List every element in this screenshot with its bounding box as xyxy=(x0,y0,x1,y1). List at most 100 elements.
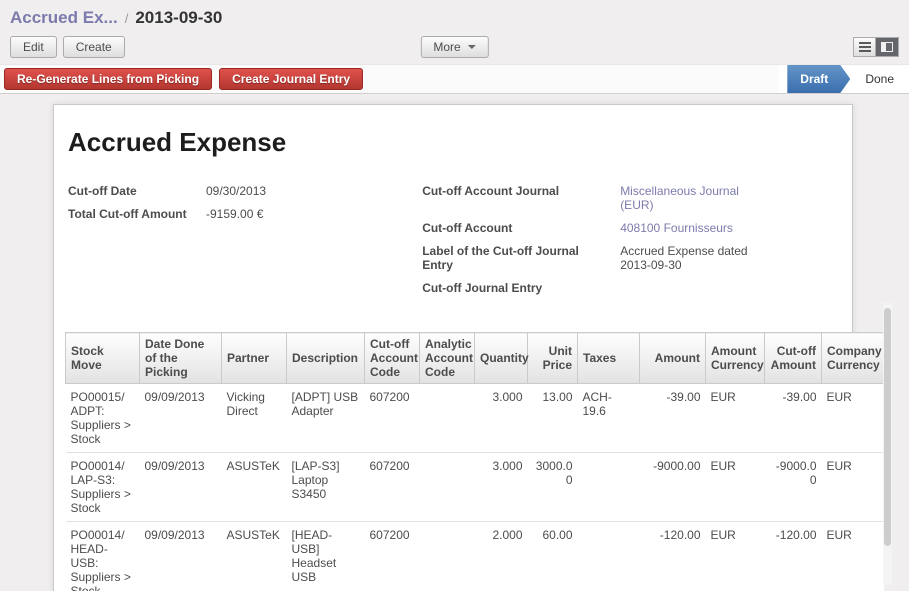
field-cutoff-account-journal: Cut-off Account Journal Miscellaneous Jo… xyxy=(422,184,838,212)
cell-taxes: ACH-19.6 xyxy=(578,384,640,453)
cell-quantity: 3.000 xyxy=(475,384,528,453)
regenerate-lines-button[interactable]: Re-Generate Lines from Picking xyxy=(4,68,212,90)
col-header-description[interactable]: Description xyxy=(287,333,365,384)
field-total-cutoff-amount: Total Cut-off Amount -9159.00 € xyxy=(68,207,422,221)
cell-company-currency: EUR xyxy=(822,384,884,453)
col-header-stock-move[interactable]: Stock Move xyxy=(66,333,140,384)
cell-cutoff-amount: -120.00 xyxy=(765,522,822,591)
cell-stock-move: PO00014/ LAP-S3: Suppliers > Stock xyxy=(66,453,140,522)
field-group-left: Cut-off Date 09/30/2013 Total Cut-off Am… xyxy=(68,184,422,304)
table-header-row: Stock Move Date Done of the Picking Part… xyxy=(66,333,884,384)
lines-table: Stock Move Date Done of the Picking Part… xyxy=(65,332,884,591)
page-title: Accrued Expense xyxy=(68,127,838,158)
table-row[interactable]: PO00014/ HEAD-USB: Suppliers > Stock 09/… xyxy=(66,522,884,591)
breadcrumb-current: 2013-09-30 xyxy=(135,8,222,28)
cell-stock-move: PO00014/ HEAD-USB: Suppliers > Stock xyxy=(66,522,140,591)
create-button[interactable]: Create xyxy=(63,36,125,58)
field-label: Cut-off Account xyxy=(422,221,620,235)
cell-amount: -120.00 xyxy=(640,522,706,591)
col-header-cutoff-account-code[interactable]: Cut-off Account Code xyxy=(365,333,420,384)
field-value: Accrued Expense dated 2013-09-30 xyxy=(620,244,765,272)
field-label: Label of the Cut-off Journal Entry xyxy=(422,244,620,272)
col-header-unit-price[interactable]: Unit Price xyxy=(528,333,578,384)
sheet-wrap: Accrued Expense Cut-off Date 09/30/2013 … xyxy=(0,94,909,591)
status-draft[interactable]: Draft xyxy=(787,65,850,93)
col-header-amount[interactable]: Amount xyxy=(640,333,706,384)
field-value: 09/30/2013 xyxy=(206,184,266,198)
cell-amount: -9000.00 xyxy=(640,453,706,522)
breadcrumb-parent-link[interactable]: Accrued Ex... xyxy=(10,8,118,28)
view-switcher xyxy=(853,37,899,57)
cell-date-done: 09/09/2013 xyxy=(140,384,222,453)
field-label: Cut-off Date xyxy=(68,184,206,198)
cell-taxes xyxy=(578,453,640,522)
cell-unit-price: 3000.00 xyxy=(528,453,578,522)
cell-analytic-account-code xyxy=(420,384,475,453)
cell-amount-currency: EUR xyxy=(706,522,765,591)
col-header-amount-currency[interactable]: Amount Currency xyxy=(706,333,765,384)
cell-quantity: 2.000 xyxy=(475,522,528,591)
status-done[interactable]: Done xyxy=(850,65,909,93)
form-sheet: Accrued Expense Cut-off Date 09/30/2013 … xyxy=(53,104,853,591)
chevron-down-icon xyxy=(468,45,476,49)
statusbar: Draft Done xyxy=(779,65,909,93)
col-header-partner[interactable]: Partner xyxy=(222,333,287,384)
field-label: Total Cut-off Amount xyxy=(68,207,206,221)
cell-quantity: 3.000 xyxy=(475,453,528,522)
cell-amount-currency: EUR xyxy=(706,384,765,453)
toolbar: Edit Create More xyxy=(0,30,909,64)
cell-date-done: 09/09/2013 xyxy=(140,522,222,591)
cell-amount-currency: EUR xyxy=(706,453,765,522)
field-groups: Cut-off Date 09/30/2013 Total Cut-off Am… xyxy=(68,184,838,304)
table-row[interactable]: PO00015/ ADPT: Suppliers > Stock 09/09/2… xyxy=(66,384,884,453)
cell-partner: ASUSTeK xyxy=(222,453,287,522)
cell-unit-price: 13.00 xyxy=(528,384,578,453)
breadcrumb: Accrued Ex... / 2013-09-30 xyxy=(0,0,909,30)
col-header-quantity[interactable]: Quantity xyxy=(475,333,528,384)
cell-amount: -39.00 xyxy=(640,384,706,453)
col-header-company-currency[interactable]: Company Currency xyxy=(822,333,884,384)
cell-cutoff-amount: -9000.00 xyxy=(765,453,822,522)
cell-company-currency: EUR xyxy=(822,453,884,522)
field-label: Cut-off Account Journal xyxy=(422,184,620,212)
cell-cutoff-account-code: 607200 xyxy=(365,453,420,522)
field-value: -9159.00 € xyxy=(206,207,263,221)
more-dropdown-label: More xyxy=(433,40,460,54)
field-cutoff-date: Cut-off Date 09/30/2013 xyxy=(68,184,422,198)
cell-taxes xyxy=(578,522,640,591)
form-view-icon xyxy=(881,42,893,52)
scrollbar-thumb[interactable] xyxy=(884,308,891,546)
col-header-date-done[interactable]: Date Done of the Picking xyxy=(140,333,222,384)
field-cutoff-journal-entry: Cut-off Journal Entry xyxy=(422,281,838,295)
list-view-button[interactable] xyxy=(853,37,876,57)
cell-unit-price: 60.00 xyxy=(528,522,578,591)
cutoff-account-link[interactable]: 408100 Fournisseurs xyxy=(620,221,733,235)
more-dropdown-button[interactable]: More xyxy=(420,36,488,58)
cell-description: [HEAD-USB] Headset USB xyxy=(287,522,365,591)
create-journal-entry-button[interactable]: Create Journal Entry xyxy=(219,68,363,90)
field-journal-entry-label: Label of the Cut-off Journal Entry Accru… xyxy=(422,244,838,272)
cell-cutoff-amount: -39.00 xyxy=(765,384,822,453)
cutoff-account-journal-link[interactable]: Miscellaneous Journal (EUR) xyxy=(620,184,765,212)
table-row[interactable]: PO00014/ LAP-S3: Suppliers > Stock 09/09… xyxy=(66,453,884,522)
col-header-taxes[interactable]: Taxes xyxy=(578,333,640,384)
cell-partner: ASUSTeK xyxy=(222,522,287,591)
col-header-cutoff-amount[interactable]: Cut-off Amount xyxy=(765,333,822,384)
lines-table-zone: Stock Move Date Done of the Picking Part… xyxy=(65,332,882,591)
cell-partner: Vicking Direct xyxy=(222,384,287,453)
cell-company-currency: EUR xyxy=(822,522,884,591)
form-view-button[interactable] xyxy=(876,37,899,57)
cell-analytic-account-code xyxy=(420,453,475,522)
field-group-right: Cut-off Account Journal Miscellaneous Jo… xyxy=(422,184,838,304)
cell-date-done: 09/09/2013 xyxy=(140,453,222,522)
col-header-analytic-account-code[interactable]: Analytic Account Code xyxy=(420,333,475,384)
cell-cutoff-account-code: 607200 xyxy=(365,384,420,453)
cell-analytic-account-code xyxy=(420,522,475,591)
list-view-icon xyxy=(859,42,871,52)
cell-stock-move: PO00015/ ADPT: Suppliers > Stock xyxy=(66,384,140,453)
action-bar: Re-Generate Lines from Picking Create Jo… xyxy=(0,64,909,94)
cell-description: [LAP-S3] Laptop S3450 xyxy=(287,453,365,522)
edit-button[interactable]: Edit xyxy=(10,36,57,58)
breadcrumb-separator: / xyxy=(125,11,129,26)
cell-cutoff-account-code: 607200 xyxy=(365,522,420,591)
